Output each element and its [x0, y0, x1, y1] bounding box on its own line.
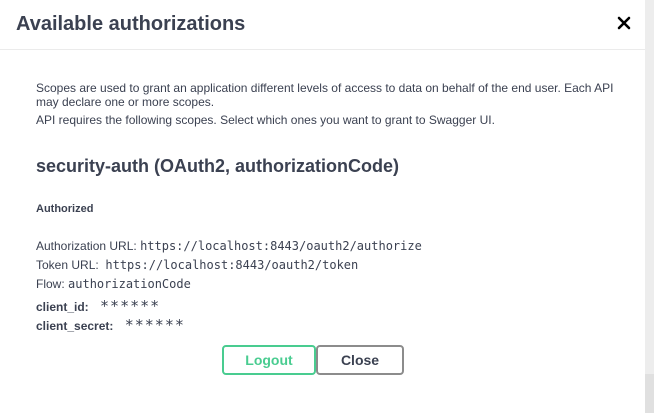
scopes-instruction: API requires the following scopes. Selec…: [36, 113, 495, 127]
token-url-value: https://localhost:8443/oauth2/token: [105, 258, 359, 272]
flow-row: Flow: authorizationCode: [36, 276, 191, 292]
client-secret-value: ******: [124, 316, 185, 334]
modal-backdrop[interactable]: [645, 0, 654, 413]
close-modal-button[interactable]: [612, 11, 636, 35]
modal-title: Available authorizations: [16, 13, 246, 35]
client-id-row: client_id: ******: [36, 297, 160, 315]
authorizations-modal: Available authorizations Scopes are used…: [0, 0, 646, 413]
close-icon: [612, 11, 636, 35]
token-url-label: Token URL:: [36, 258, 99, 272]
modal-header: Available authorizations: [0, 0, 645, 50]
backdrop-lower: [645, 374, 654, 413]
security-scheme-title: security-auth (OAuth2, authorizationCode…: [36, 156, 400, 176]
authorization-url-value: https://localhost:8443/oauth2/authorize: [140, 239, 422, 253]
client-secret-label: client_secret:: [36, 319, 114, 333]
authorization-url-row: Authorization URL: https://localhost:844…: [36, 238, 422, 254]
logout-button[interactable]: Logout: [222, 345, 316, 375]
scopes-description: Scopes are used to grant an application …: [36, 81, 614, 109]
client-id-label: client_id:: [36, 300, 89, 314]
flow-label: Flow:: [36, 277, 65, 291]
flow-value: authorizationCode: [68, 277, 191, 291]
close-button[interactable]: Close: [316, 345, 404, 375]
client-secret-row: client_secret: ******: [36, 316, 185, 334]
client-id-value: ******: [100, 297, 161, 315]
authorized-status: Authorized: [36, 203, 94, 215]
authorization-url-label: Authorization URL:: [36, 239, 137, 253]
token-url-row: Token URL: https://localhost:8443/oauth2…: [36, 257, 358, 273]
